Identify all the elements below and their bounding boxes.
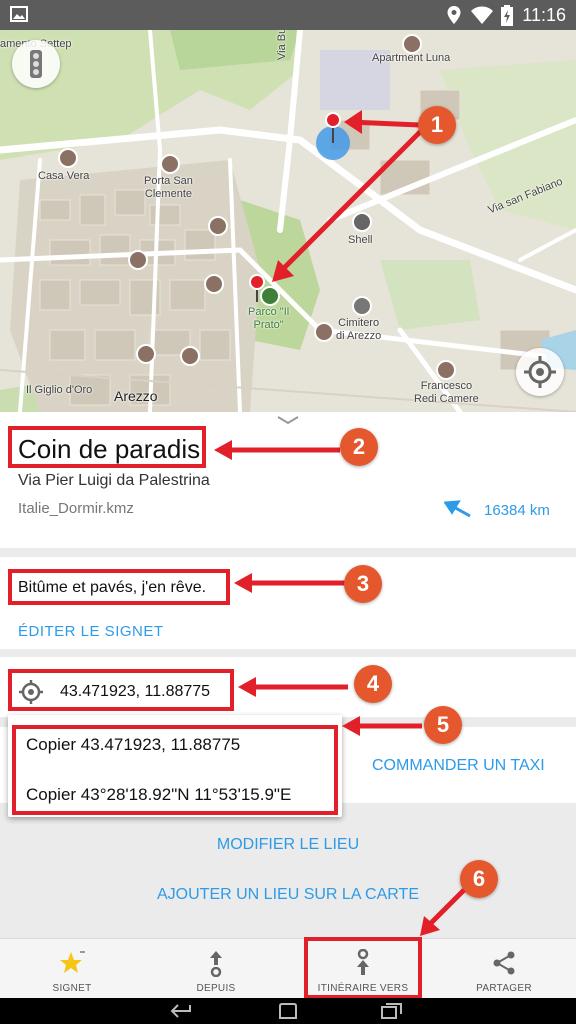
location-icon <box>446 5 462 30</box>
map-label-porta-san-clemente: Porta San Clemente <box>144 175 193 200</box>
image-notification-icon <box>10 5 28 28</box>
back-icon[interactable] <box>170 1003 194 1019</box>
annotation-badge-4: 4 <box>354 665 392 703</box>
museum-poi-icon[interactable] <box>204 274 224 294</box>
coordinates-section[interactable]: 43.471923, 11.88775 4 <box>0 657 576 717</box>
distance-value: 16384 km <box>484 502 550 519</box>
annotation-arrow-4 <box>238 677 348 697</box>
share-icon <box>493 951 515 975</box>
hotel-poi-icon[interactable] <box>436 360 456 380</box>
annotation-badge-3: 3 <box>344 565 382 603</box>
annotation-arrow-2 <box>214 440 340 460</box>
map-canvas <box>0 30 576 412</box>
monument-poi-icon[interactable] <box>160 154 180 174</box>
annotation-box-3 <box>8 569 230 605</box>
place-address: Via Pier Luigi da Palestrina <box>18 472 210 489</box>
map-label-parco: Parco "Il Prato" <box>248 306 290 331</box>
map-label-shell: Shell <box>348 234 373 246</box>
church-poi-icon[interactable] <box>136 344 156 364</box>
crosshair-icon <box>524 356 556 388</box>
status-bar: 11:16 <box>0 0 576 30</box>
traffic-light-button[interactable] <box>12 40 60 88</box>
cemetery-poi-icon[interactable] <box>352 296 372 316</box>
tab-route-to[interactable]: ITINÉRAIRE VERS <box>304 937 422 999</box>
museum-poi-icon[interactable] <box>128 250 148 270</box>
modify-place-button[interactable]: MODIFIER LE LIEU <box>0 836 576 854</box>
map-label-via-buonco: Via Buonco <box>276 30 288 60</box>
recent-apps-icon[interactable] <box>380 1002 404 1020</box>
annotation-box-6 <box>304 937 422 999</box>
place-details-panel: Coin de paradis Via Pier Luigi da Palest… <box>0 412 576 548</box>
map-label-il-giglio: Il Giglio d'Oro <box>26 384 93 396</box>
tab-share[interactable]: PARTAGER <box>432 939 576 999</box>
order-taxi-button[interactable]: COMMANDER UN TAXI <box>372 757 545 775</box>
home-icon[interactable] <box>278 1002 298 1020</box>
museum-poi-icon[interactable] <box>208 216 228 236</box>
copy-coordinates-menu: Copier 43.471923, 11.88775 Copier 43°28'… <box>8 715 342 817</box>
tab-bookmark-label: SIGNET <box>52 983 92 994</box>
annotation-box-4 <box>8 669 234 711</box>
annotation-box-2 <box>8 426 206 468</box>
battery-charging-icon <box>500 5 514 32</box>
hotel-poi-icon[interactable] <box>58 148 78 168</box>
tab-from-label: DEPUIS <box>196 983 236 994</box>
annotation-badge-2: 2 <box>340 428 378 466</box>
wifi-icon <box>470 5 494 30</box>
shop-poi-icon[interactable] <box>180 346 200 366</box>
system-nav-bar <box>0 998 576 1024</box>
hotel-poi-icon[interactable] <box>402 34 422 54</box>
tab-bookmark[interactable]: SIGNET <box>0 939 144 999</box>
map-label-casa-vera: Casa Vera <box>38 170 90 182</box>
tab-from[interactable]: DEPUIS <box>144 939 288 999</box>
map-view[interactable]: amento Settep Apartment Luna Casa Vera P… <box>0 30 576 412</box>
edit-bookmark-button[interactable]: ÉDITER LE SIGNET <box>18 623 164 640</box>
map-label-francesco-redi: Francesco Redi Camere <box>414 380 479 405</box>
annotation-badge-5: 5 <box>424 706 462 744</box>
annotation-box-5 <box>12 725 338 815</box>
my-location-button[interactable] <box>516 348 564 396</box>
bottom-tab-bar: SIGNET DEPUIS ITINÉRAIRE VERS PARTAGER <box>0 937 576 999</box>
theatre-poi-icon[interactable] <box>314 322 334 342</box>
route-from-icon <box>210 951 222 977</box>
tab-share-label: PARTAGER <box>476 983 532 994</box>
traffic-light-icon <box>30 50 42 78</box>
place-file: Italie_Dormir.kmz <box>18 500 134 517</box>
map-label-arezzo: Arezzo <box>114 388 158 404</box>
star-icon <box>60 951 85 973</box>
annotation-arrow-6 <box>420 888 466 936</box>
chevron-down-icon[interactable] <box>276 414 300 426</box>
direction-arrow-icon <box>444 500 471 518</box>
map-label-cimitero: Cimitero di Arezzo <box>336 317 382 342</box>
note-section: Bitûme et pavés, j'en rêve. ÉDITER LE SI… <box>0 557 576 649</box>
fuel-poi-icon[interactable] <box>352 212 372 232</box>
annotation-arrow-3 <box>234 573 346 593</box>
annotation-badge-1: 1 <box>418 106 456 144</box>
annotation-arrow-5 <box>342 716 422 736</box>
clock: 11:16 <box>522 5 566 25</box>
